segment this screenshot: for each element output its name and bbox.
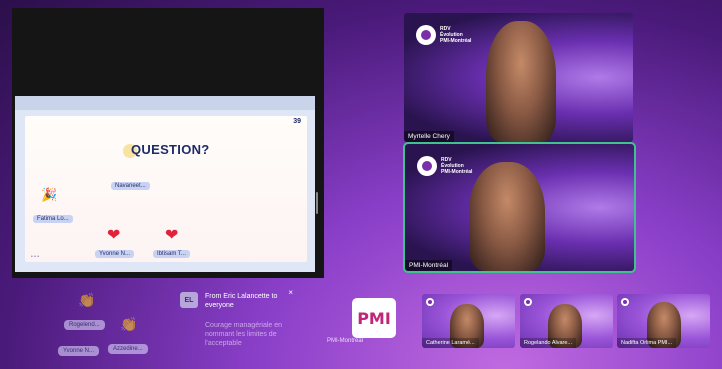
participant-name: PMI-Montréal	[405, 260, 453, 271]
chat-notification[interactable]: EL From Eric Lalancette to everyone Cour…	[175, 284, 295, 352]
close-icon[interactable]: ×	[288, 288, 293, 297]
heart-icon: ❤	[107, 227, 121, 244]
video-tile-mini[interactable]: Nadifta Orlima PMI...	[617, 294, 710, 348]
video-tile-speaker[interactable]: RDV Évolution PMI-Montréal Myrtelle Cher…	[404, 13, 633, 142]
participant-name: Catherine Laramé...	[422, 338, 479, 348]
slide-title: QUESTION?	[131, 142, 210, 157]
logo-line: PMI-Montréal	[441, 169, 473, 175]
chat-sender: From Eric Lalancette to everyone	[205, 293, 278, 309]
presentation-slide: 39 QUESTION? Navaneet... 🎉 Fatima Lo... …	[15, 96, 315, 272]
heart-icon: ❤	[165, 227, 179, 244]
participant-video	[486, 21, 556, 142]
reaction-name: Yvonne N...	[58, 346, 100, 356]
pmi-logo-icon	[524, 298, 532, 306]
pmi-logo-icon	[417, 156, 437, 176]
participant-name: Nadifta Orlima PMI...	[617, 338, 677, 348]
split-resize-handle[interactable]	[316, 192, 318, 214]
rdv-logo	[621, 298, 629, 306]
reaction-name: Rogelend...	[64, 320, 105, 330]
rdv-logo: RDV Évolution PMI-Montréal	[417, 156, 472, 176]
party-popper-icon: 🎉	[41, 187, 58, 202]
pmi-avatar[interactable]: PMI	[352, 298, 396, 338]
pmi-logo-icon	[426, 298, 434, 306]
participant-name: Rogelando Alvare...	[520, 338, 577, 348]
chat-message: Courage managériale en nommant les limit…	[205, 322, 283, 347]
clap-icon: 👏	[120, 316, 138, 332]
slide-page-number: 39	[293, 118, 301, 125]
video-tile-mini[interactable]: Rogelando Alvare...	[520, 294, 613, 348]
rdv-logo	[426, 298, 434, 306]
participant-name: PMI-Montréal	[327, 338, 364, 344]
participant-video	[469, 162, 545, 271]
logo-line: PMI-Montréal	[440, 38, 472, 44]
reaction-name: Azzedine...	[108, 344, 148, 354]
video-tile-active[interactable]: RDV Évolution PMI-Montréal PMI-Montréal	[403, 142, 636, 273]
rdv-logo	[524, 298, 532, 306]
rdv-logo: RDV Évolution PMI-Montréal	[416, 25, 471, 45]
pmi-logo-icon	[621, 298, 629, 306]
clap-icon: 👏	[78, 292, 96, 308]
avatar: EL	[180, 292, 198, 308]
annotation-chip: Fatima Lo...	[33, 215, 73, 223]
participant-name: Myrtelle Chery	[404, 131, 454, 142]
annotation-chip: Ibtisam T...	[153, 250, 190, 258]
slide-content: 39 QUESTION? Navaneet... 🎉 Fatima Lo... …	[25, 116, 307, 262]
pmi-logo-icon	[416, 25, 436, 45]
video-tile-mini[interactable]: Catherine Laramé...	[422, 294, 515, 348]
annotation-chip: Navaneet...	[111, 182, 150, 190]
annotation-chip: Yvonne N...	[95, 250, 135, 258]
slide-footer: • • •	[31, 254, 40, 260]
